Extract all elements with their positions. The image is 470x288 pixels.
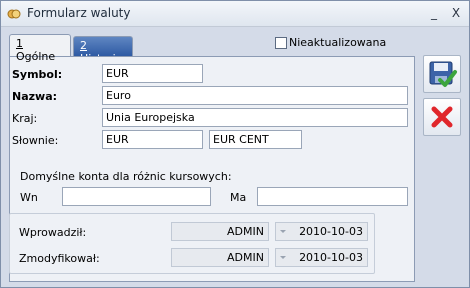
currency-form-window: Formularz waluty _ X 1 Ogólne 2 Historia… xyxy=(0,0,470,288)
tab-history[interactable]: 2 Historia xyxy=(73,36,133,65)
tab-general[interactable]: 1 Ogólne xyxy=(9,34,71,63)
tab-general-label: Ogólne xyxy=(16,50,56,63)
symbol-label: Symbol: xyxy=(12,68,63,81)
chevron-down-icon xyxy=(280,256,286,259)
verbal-label: Słownie: xyxy=(12,134,59,147)
tab-bar: 1 Ogólne 2 Historia Nieaktualizowana xyxy=(1,27,469,65)
name-label: Nazwa: xyxy=(12,90,58,103)
wn-account-field[interactable] xyxy=(62,187,211,206)
save-disk-icon xyxy=(429,61,457,87)
modified-date: 2010-10-03 xyxy=(299,251,363,264)
name-field[interactable]: Euro xyxy=(102,86,408,105)
tab-history-key: 2 xyxy=(80,39,87,52)
outdated-checkbox[interactable]: Nieaktualizowana xyxy=(275,36,386,49)
entered-by-label: Wprowadził: xyxy=(19,226,87,239)
modified-date-picker: 2010-10-03 xyxy=(275,248,368,267)
symbol-field[interactable]: EUR xyxy=(102,64,203,83)
minimize-button[interactable]: _ xyxy=(425,5,443,21)
close-button[interactable]: X xyxy=(447,5,465,21)
outdated-checkbox-box[interactable] xyxy=(275,36,287,49)
wn-label: Wn xyxy=(20,191,38,204)
accounts-heading: Domyślne konta dla różnic kursowych: xyxy=(20,170,232,183)
title-bar: Formularz waluty _ X xyxy=(1,1,469,27)
chevron-down-icon xyxy=(280,230,286,233)
modified-by-label: Zmodyfikował: xyxy=(19,252,100,265)
entered-date: 2010-10-03 xyxy=(299,225,363,238)
verbal-main-field[interactable]: EUR xyxy=(102,130,203,149)
cancel-button[interactable] xyxy=(423,98,461,136)
cancel-x-icon xyxy=(431,106,453,128)
country-label: Kraj: xyxy=(12,112,38,125)
ma-label: Ma xyxy=(230,191,247,204)
entered-date-picker: 2010-10-03 xyxy=(275,222,368,241)
verbal-sub-field[interactable]: EUR CENT xyxy=(209,130,302,149)
app-icon xyxy=(7,7,21,21)
outdated-checkbox-label: Nieaktualizowana xyxy=(289,36,387,49)
audit-group: Wprowadził: ADMIN 2010-10-03 Zmodyfikowa… xyxy=(9,213,375,274)
window-title: Formularz waluty xyxy=(27,6,131,20)
ma-account-field[interactable] xyxy=(257,187,408,206)
tab-general-key: 1 xyxy=(16,37,23,50)
save-button[interactable] xyxy=(423,55,461,93)
entered-by-user: ADMIN xyxy=(171,222,269,241)
modified-by-user: ADMIN xyxy=(171,248,269,267)
country-field[interactable]: Unia Europejska xyxy=(102,108,408,127)
